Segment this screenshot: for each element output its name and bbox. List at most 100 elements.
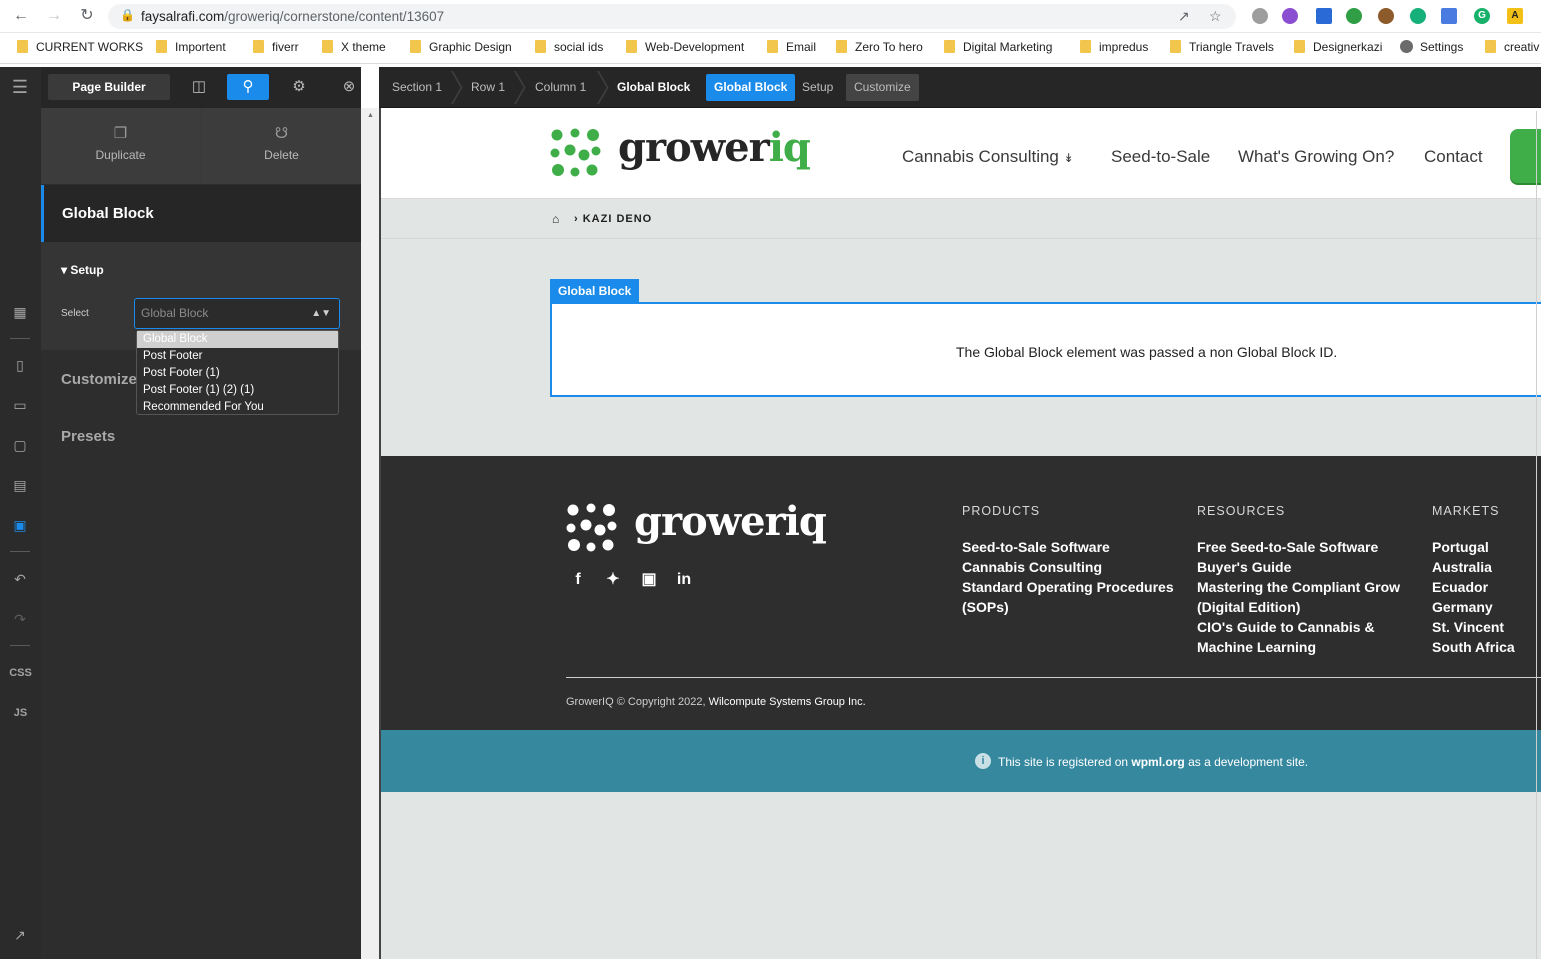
footer-link[interactable]: (SOPs) — [962, 597, 1009, 617]
undo-icon[interactable]: ↶ — [10, 569, 30, 589]
translate-extension-icon[interactable] — [1441, 8, 1457, 24]
nav-contact[interactable]: Contact — [1424, 147, 1483, 167]
bookmark-designerkazi[interactable]: Designerkazi — [1294, 40, 1382, 58]
external-link-icon[interactable]: ↗ — [10, 925, 30, 945]
facebook-icon[interactable]: f — [567, 569, 589, 591]
dropdown-option[interactable]: Post Footer — [137, 348, 338, 365]
color-picker-extension-icon[interactable] — [1282, 8, 1298, 24]
back-icon[interactable]: ← — [11, 6, 31, 26]
layout-icon[interactable]: ◫ — [178, 74, 220, 100]
duplicate-button[interactable]: ❐ Duplicate — [41, 108, 200, 184]
menu-icon[interactable]: ☰ — [10, 77, 30, 97]
bookmark-digital-marketing[interactable]: Digital Marketing — [944, 40, 1052, 58]
bookmark-impredus[interactable]: impredus — [1080, 40, 1148, 58]
footer-logo-text[interactable]: groweriq — [634, 498, 827, 545]
address-bar[interactable]: 🔒 faysalrafi.com/groweriq/cornerstone/co… — [108, 4, 1236, 29]
bookmark-email[interactable]: Email — [767, 40, 816, 58]
panel-scrollbar[interactable]: ▲ — [361, 108, 380, 959]
home-icon[interactable]: ⌂ — [552, 212, 559, 226]
nav-cannabis-consulting[interactable]: Cannabis Consulting ↡ — [902, 147, 1074, 167]
crumb-column[interactable]: Column 1 — [535, 80, 586, 94]
share-icon[interactable]: ↗ — [1178, 8, 1190, 25]
cookie-extension-icon[interactable] — [1378, 8, 1394, 24]
grammarly-extension-icon[interactable]: G — [1474, 8, 1490, 24]
crumb-global-block[interactable]: Global Block — [617, 80, 690, 94]
global-block-select[interactable]: Global Block ▲▼ — [134, 298, 340, 329]
footer-link[interactable]: Machine Learning — [1197, 637, 1316, 657]
bookmark-fiverr[interactable]: fiverr — [253, 40, 299, 58]
global-block-element-tag[interactable]: Global Block — [550, 279, 640, 303]
global-block-element[interactable]: The Global Block element was passed a no… — [550, 302, 1541, 397]
preview-scrollbar[interactable] — [1536, 111, 1541, 959]
dropdown-option[interactable]: Post Footer (1) — [137, 365, 338, 382]
footer-link[interactable]: Buyer's Guide — [1197, 557, 1291, 577]
pen-extension-icon[interactable] — [1316, 8, 1332, 24]
bookmark-x-theme[interactable]: X theme — [322, 40, 386, 58]
bookmark-web-development[interactable]: Web-Development — [626, 40, 744, 58]
scroll-up-icon[interactable]: ▲ — [367, 112, 374, 119]
company-link[interactable]: Wilcompute Systems Group Inc. — [709, 696, 866, 708]
redo-icon[interactable]: ↷ — [10, 609, 30, 629]
dropdown-option[interactable]: Post Footer (1) (2) (1) — [137, 382, 338, 399]
footer-link[interactable]: Standard Operating Procedures — [962, 577, 1174, 597]
warning-extension-icon[interactable]: A — [1507, 8, 1523, 24]
evernote-extension-icon[interactable] — [1346, 8, 1362, 24]
reload-icon[interactable]: ↻ — [77, 6, 97, 26]
groweriq-logo-mark[interactable] — [550, 128, 601, 177]
footer-link[interactable]: St. Vincent — [1432, 617, 1504, 637]
footer-link[interactable]: Germany — [1432, 597, 1493, 617]
desktop-view-icon[interactable]: ▣ — [10, 515, 30, 535]
presets-section-toggle[interactable]: Presets — [61, 428, 115, 445]
gear-icon[interactable]: ⚙ — [278, 74, 320, 100]
bookmark-zero-to-hero[interactable]: Zero To hero — [836, 40, 923, 58]
elements-icon[interactable]: ▦ — [10, 302, 30, 322]
footer-link[interactable]: (Digital Edition) — [1197, 597, 1300, 617]
bookmark-social-ids[interactable]: social ids — [535, 40, 603, 58]
footer-link[interactable]: Cannabis Consulting — [962, 557, 1102, 577]
phone-landscape-view-icon[interactable]: ▭ — [10, 395, 30, 415]
tab-customize[interactable]: Customize — [846, 74, 919, 101]
instagram-icon[interactable]: ▣ — [638, 569, 660, 591]
footer-link[interactable]: Ecuador — [1432, 577, 1488, 597]
close-circle-icon[interactable]: ⊗ — [328, 74, 370, 100]
twitter-icon[interactable]: ✦ — [602, 569, 624, 591]
footer-link[interactable]: CIO's Guide to Cannabis & — [1197, 617, 1375, 637]
dropdown-option[interactable]: Recommended For You — [137, 399, 338, 416]
nav-seed-to-sale[interactable]: Seed-to-Sale — [1111, 147, 1210, 167]
wpml-link[interactable]: wpml.org — [1131, 755, 1184, 769]
bookmark-importent[interactable]: Importent — [156, 40, 226, 58]
nav-whats-growing-on[interactable]: What's Growing On? — [1238, 147, 1394, 167]
footer-logo-mark[interactable] — [566, 503, 617, 552]
footer-link[interactable]: Portugal — [1432, 537, 1489, 557]
delete-button[interactable]: ☋ Delete — [202, 108, 361, 184]
tablet-view-icon[interactable]: ▢ — [10, 435, 30, 455]
crumb-section[interactable]: Section 1 — [392, 80, 442, 94]
extension-icon[interactable] — [1252, 8, 1268, 24]
star-icon[interactable]: ☆ — [1209, 8, 1222, 25]
dropdown-option[interactable]: Global Block — [137, 331, 338, 348]
css-button[interactable]: CSS — [0, 667, 41, 679]
search-icon[interactable]: ⚲ — [227, 74, 269, 100]
forward-icon[interactable]: → — [44, 6, 64, 26]
phone-view-icon[interactable]: ▯ — [10, 355, 30, 375]
footer-link[interactable]: Seed-to-Sale Software — [962, 537, 1110, 557]
sync-extension-icon[interactable] — [1410, 8, 1426, 24]
tab-setup[interactable]: Setup — [794, 74, 841, 101]
crumb-row[interactable]: Row 1 — [471, 80, 505, 94]
js-button[interactable]: JS — [0, 707, 41, 719]
customize-section-toggle[interactable]: Customize — [61, 371, 137, 388]
bookmark-graphic-design[interactable]: Graphic Design — [410, 40, 512, 58]
bookmark-current-works[interactable]: CURRENT WORKS — [17, 40, 143, 58]
laptop-view-icon[interactable]: ▤ — [10, 475, 30, 495]
footer-link[interactable]: Australia — [1432, 557, 1492, 577]
groweriq-logo-text[interactable]: groweriq — [618, 124, 811, 171]
footer-link[interactable]: Free Seed-to-Sale Software — [1197, 537, 1378, 557]
footer-link[interactable]: Mastering the Compliant Grow — [1197, 577, 1400, 597]
linkedin-icon[interactable]: in — [673, 569, 695, 591]
bookmark-settings[interactable]: Settings — [1400, 40, 1463, 58]
setup-toggle[interactable]: ▾ Setup — [61, 263, 104, 277]
bookmark-creativ[interactable]: creativ — [1485, 40, 1539, 58]
page-builder-button[interactable]: Page Builder — [48, 74, 170, 100]
tab-global-block[interactable]: Global Block — [706, 74, 796, 101]
footer-link[interactable]: South Africa — [1432, 637, 1515, 657]
